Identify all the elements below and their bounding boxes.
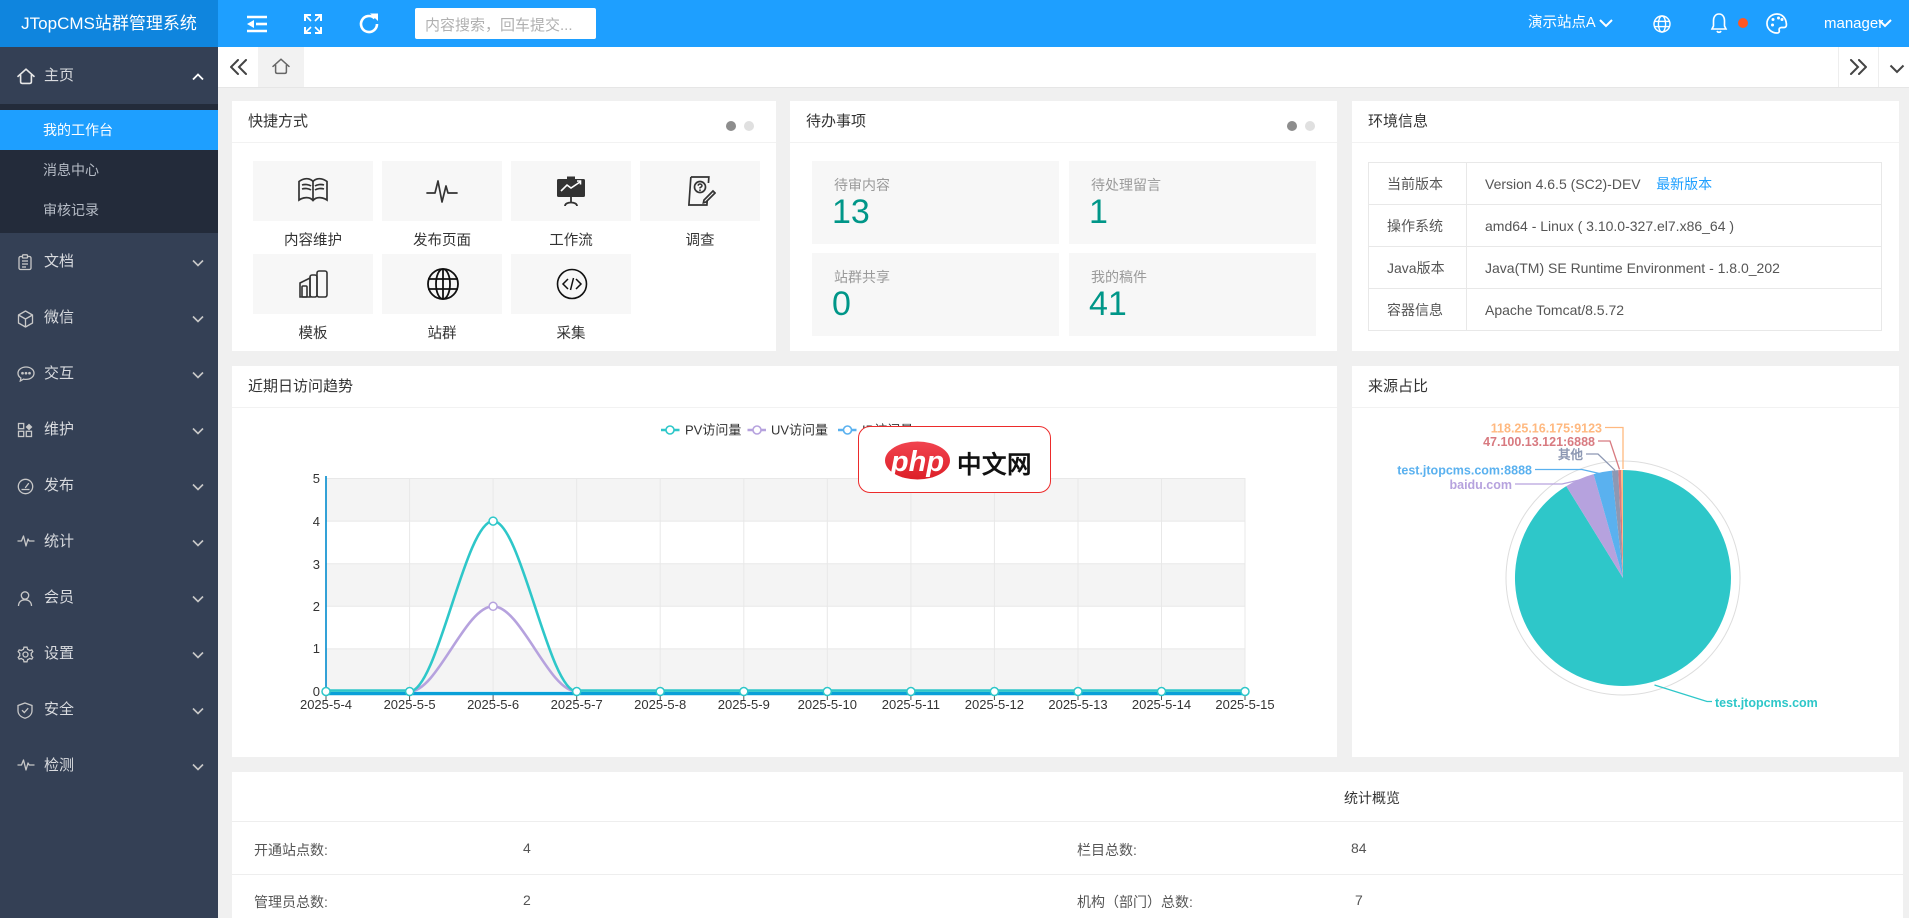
svg-text:5: 5 bbox=[313, 471, 320, 486]
svg-text:baidu.com: baidu.com bbox=[1449, 478, 1512, 492]
svg-text:PV访问量: PV访问量 bbox=[685, 423, 741, 438]
svg-text:2025-5-15: 2025-5-15 bbox=[1215, 697, 1274, 712]
svg-text:2025-5-8: 2025-5-8 bbox=[634, 697, 686, 712]
svg-text:2025-5-13: 2025-5-13 bbox=[1048, 697, 1107, 712]
svg-text:118.25.16.175:9123: 118.25.16.175:9123 bbox=[1491, 422, 1602, 436]
svg-text:2: 2 bbox=[313, 599, 320, 614]
svg-text:2025-5-4: 2025-5-4 bbox=[300, 697, 352, 712]
svg-text:UV访问量: UV访问量 bbox=[771, 423, 828, 438]
svg-text:1: 1 bbox=[313, 641, 320, 656]
svg-text:2025-5-5: 2025-5-5 bbox=[384, 697, 436, 712]
svg-text:2025-5-9: 2025-5-9 bbox=[718, 697, 770, 712]
svg-text:2025-5-11: 2025-5-11 bbox=[882, 697, 940, 712]
svg-text:test.jtopcms.com: test.jtopcms.com bbox=[1715, 696, 1818, 710]
svg-text:其他: 其他 bbox=[1558, 447, 1584, 462]
svg-text:2025-5-12: 2025-5-12 bbox=[965, 697, 1024, 712]
svg-text:3: 3 bbox=[313, 557, 320, 572]
svg-text:2025-5-7: 2025-5-7 bbox=[551, 697, 603, 712]
svg-text:php: php bbox=[890, 446, 944, 478]
svg-text:test.jtopcms.com:8888: test.jtopcms.com:8888 bbox=[1397, 464, 1532, 478]
svg-text:2025-5-14: 2025-5-14 bbox=[1132, 697, 1191, 712]
svg-text:2025-5-10: 2025-5-10 bbox=[798, 697, 857, 712]
svg-text:4: 4 bbox=[313, 514, 320, 529]
svg-text:2025-5-6: 2025-5-6 bbox=[467, 697, 519, 712]
svg-text:47.100.13.121:6888: 47.100.13.121:6888 bbox=[1483, 435, 1595, 449]
